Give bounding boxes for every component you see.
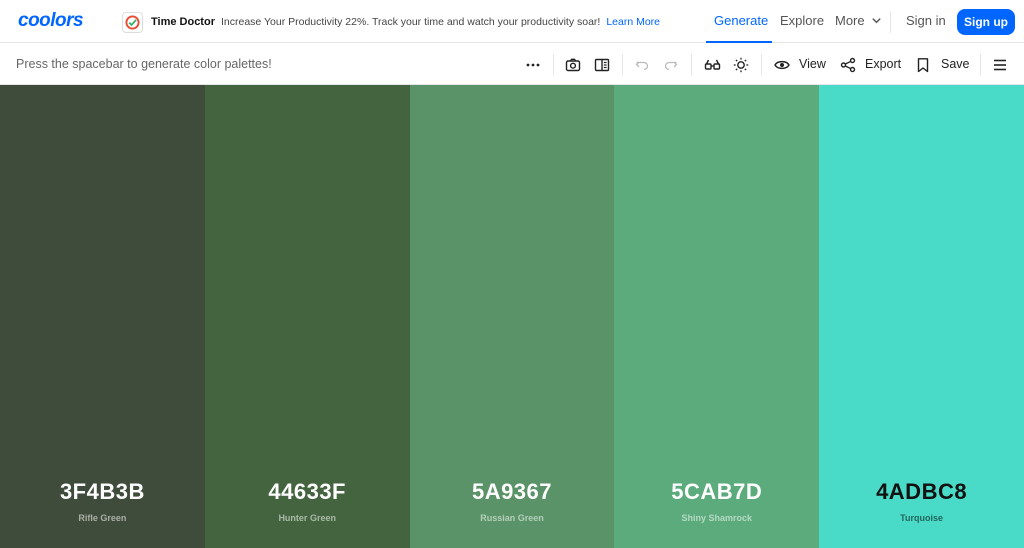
color-swatch[interactable]: 44633F Hunter Green [204, 85, 410, 548]
nav-generate[interactable]: Generate [714, 13, 768, 28]
ad-banner[interactable]: Time Doctor Increase Your Productivity 2… [122, 11, 660, 33]
color-swatch[interactable]: 5A9367 Russian Green [409, 85, 615, 548]
nav-more-label: More [835, 13, 865, 28]
share-icon[interactable] [839, 56, 857, 74]
sign-in-link[interactable]: Sign in [906, 13, 946, 28]
toolbar-divider [980, 54, 981, 76]
top-navigation: coolors Time Doctor Increase Your Produc… [0, 0, 1024, 43]
redo-icon[interactable] [662, 56, 680, 74]
color-hex-code[interactable]: 44633F [205, 479, 410, 505]
color-hex-code[interactable]: 5CAB7D [614, 479, 819, 505]
color-name: Rifle Green [78, 513, 127, 523]
toolbar-divider [761, 54, 762, 76]
color-name: Turquoise [900, 513, 943, 523]
toolbar-divider [622, 54, 623, 76]
export-button[interactable]: Export [865, 57, 901, 71]
color-swatch[interactable]: 3F4B3B Rifle Green [0, 85, 205, 548]
nav-divider [890, 11, 891, 33]
spacebar-hint: Press the spacebar to generate color pal… [16, 57, 272, 71]
color-swatch[interactable]: 5CAB7D Shiny Shamrock [614, 85, 820, 548]
nav-more[interactable]: More [835, 13, 882, 28]
color-hex-code[interactable]: 3F4B3B [0, 479, 205, 505]
ad-brand: Time Doctor [151, 16, 215, 28]
chevron-down-icon [871, 18, 881, 24]
ad-text: Increase Your Productivity 22%. Track yo… [220, 16, 601, 28]
camera-icon[interactable] [564, 56, 582, 74]
nav-active-indicator [706, 41, 772, 43]
more-options-icon[interactable] [524, 56, 542, 74]
color-name: Shiny Shamrock [681, 513, 753, 523]
toolbar: Press the spacebar to generate color pal… [0, 44, 1024, 85]
color-palette: 3F4B3B Rifle Green 44633F Hunter Green 5… [0, 85, 1024, 548]
undo-icon[interactable] [633, 56, 651, 74]
sign-up-button[interactable]: Sign up [957, 9, 1015, 35]
save-button[interactable]: Save [941, 57, 970, 71]
color-name: Russian Green [480, 513, 544, 523]
layout-panel-icon[interactable] [593, 56, 611, 74]
toolbar-divider [553, 54, 554, 76]
nav-explore[interactable]: Explore [780, 13, 824, 28]
color-swatch[interactable]: 4ADBC8 Turquoise [819, 85, 1024, 548]
view-button[interactable]: View [799, 57, 826, 71]
color-hex-code[interactable]: 4ADBC8 [819, 479, 1024, 505]
color-hex-code[interactable]: 5A9367 [410, 479, 615, 505]
hamburger-menu-icon[interactable] [991, 56, 1009, 74]
color-name: Hunter Green [278, 513, 336, 523]
toolbar-divider [691, 54, 692, 76]
sun-icon[interactable] [732, 56, 750, 74]
coolors-logo[interactable]: coolors [18, 10, 84, 32]
glasses-icon[interactable] [703, 56, 721, 74]
time-doctor-logo-icon [122, 11, 143, 33]
eye-icon[interactable] [773, 56, 791, 74]
ad-learn-more-link[interactable]: Learn More [606, 16, 660, 28]
bookmark-icon[interactable] [914, 56, 932, 74]
